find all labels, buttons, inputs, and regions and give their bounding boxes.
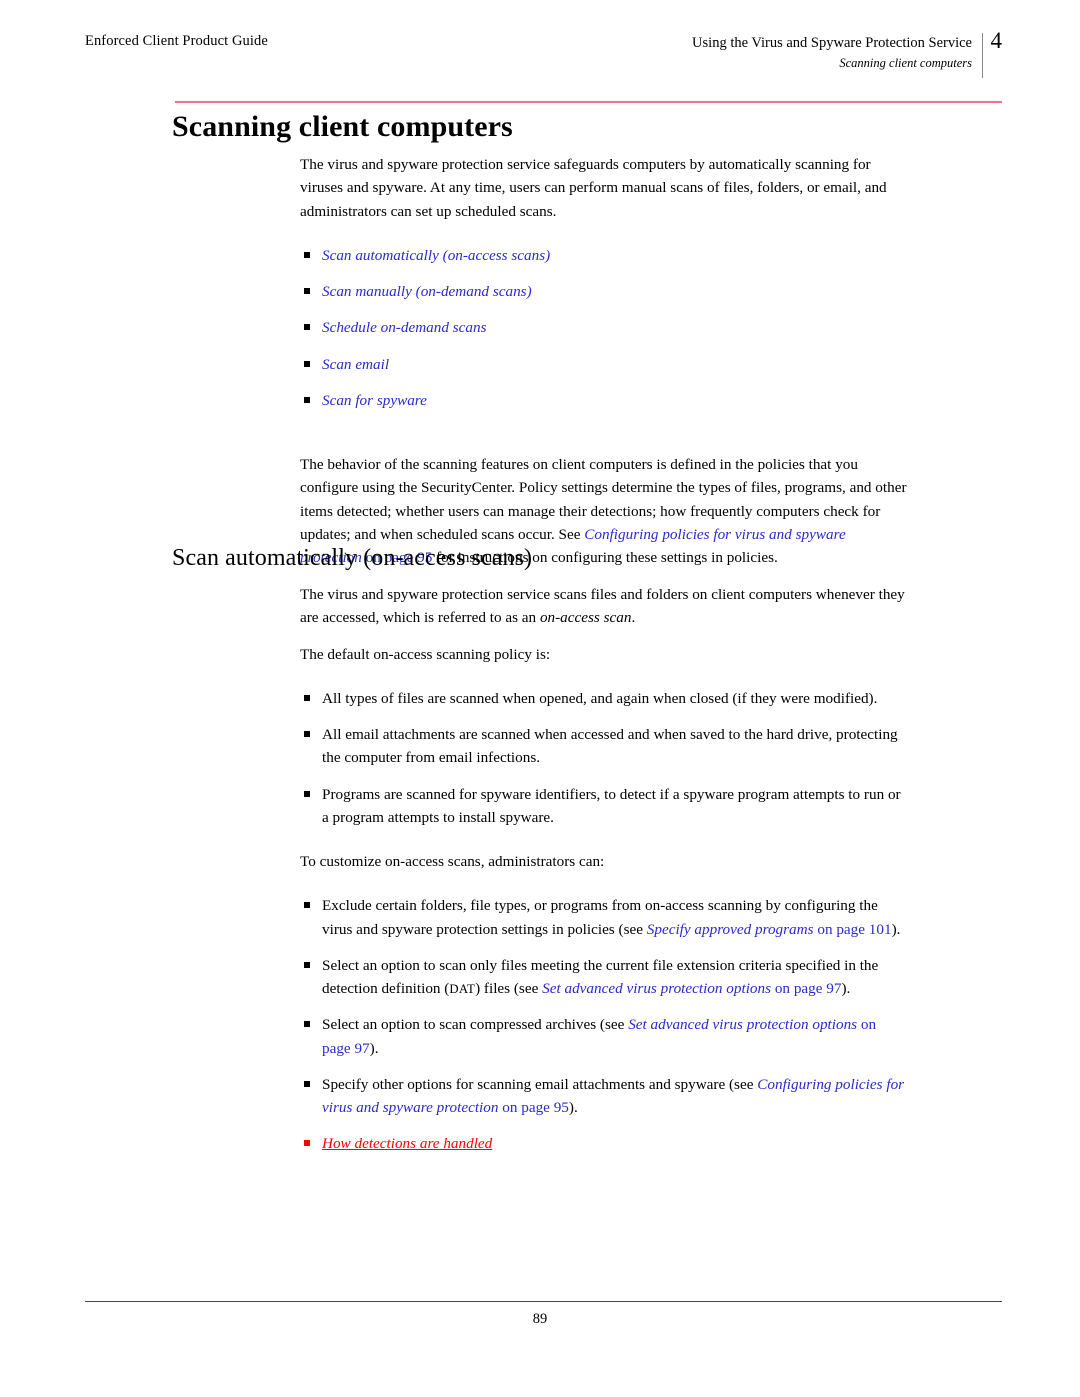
- square-bullet-icon: [304, 731, 310, 737]
- default-policy-item-3: Programs are scanned for spyware identif…: [322, 785, 901, 826]
- page-header: Enforced Client Product Guide Using the …: [85, 29, 1002, 79]
- content-block-section2: The virus and spyware protection service…: [300, 583, 908, 1156]
- list-item[interactable]: Scan email: [300, 353, 908, 376]
- list-item: All email attachments are scanned when a…: [300, 723, 908, 770]
- xref-link-set-advanced-virus-protection-options[interactable]: Set advanced virus protection options: [542, 980, 771, 997]
- topic-link-list: Scan automatically (on-access scans) Sca…: [300, 244, 908, 412]
- footer-rule: [85, 1301, 1002, 1302]
- square-bullet-icon: [304, 396, 310, 403]
- list-item[interactable]: How detections are handled: [300, 1132, 908, 1155]
- default-policy-item-1: All types of files are scanned when open…: [322, 689, 878, 707]
- customize-item-2-tail: ).: [841, 980, 851, 997]
- square-bullet-icon: [304, 1080, 310, 1087]
- header-chapter-title-group: Using the Virus and Spyware Protection S…: [692, 33, 972, 72]
- topic-link-scan-for-spyware[interactable]: Scan for spyware: [322, 392, 427, 409]
- list-item[interactable]: Scan manually (on-demand scans): [300, 280, 908, 303]
- list-item[interactable]: Scan automatically (on-access scans): [300, 244, 908, 267]
- document-page: Enforced Client Product Guide Using the …: [0, 0, 1080, 1397]
- section2-paragraph-1: The virus and spyware protection service…: [300, 583, 908, 630]
- square-bullet-icon: [304, 694, 310, 701]
- list-item[interactable]: Specify other options for scanning email…: [300, 1073, 908, 1120]
- title-rule: [175, 101, 1002, 103]
- list-item: Programs are scanned for spyware identif…: [300, 783, 908, 830]
- xref-page-ref[interactable]: on page 95: [498, 1099, 569, 1116]
- section-heading-scan-automatically: Scan automatically (on-access scans): [172, 545, 533, 571]
- customize-item-3-tail: ).: [369, 1039, 379, 1057]
- xref-page-ref[interactable]: on page 97: [771, 980, 842, 997]
- content-block-intro: The virus and spyware protection service…: [300, 153, 908, 569]
- square-bullet-icon: [304, 1021, 310, 1028]
- customize-item-4-tail: ).: [568, 1099, 578, 1116]
- dat-abbreviation: DAT: [449, 982, 476, 996]
- customize-item-2-lead2: ) files (see: [475, 980, 543, 997]
- square-bullet-icon: [304, 1140, 310, 1147]
- square-bullet-icon: [304, 251, 310, 258]
- section2-paragraph-2: The default on-access scanning policy is…: [300, 645, 551, 663]
- list-item[interactable]: Scan for spyware: [300, 389, 908, 412]
- list-item[interactable]: Schedule on-demand scans: [300, 316, 908, 339]
- topic-link-scan-email[interactable]: Scan email: [322, 356, 389, 373]
- page-title: Scanning client computers: [172, 110, 513, 143]
- customize-options-list: Exclude certain folders, file types, or …: [300, 894, 908, 1155]
- topic-link-scan-automatically[interactable]: Scan automatically (on-access scans): [322, 247, 550, 264]
- default-policy-list: All types of files are scanned when open…: [300, 687, 908, 829]
- xref-link-set-advanced-virus-protection-options[interactable]: Set advanced virus protection options: [628, 1016, 857, 1033]
- header-guide-title: Enforced Client Product Guide: [85, 33, 268, 49]
- xref-link-specify-approved-programs[interactable]: Specify approved programs: [647, 921, 814, 938]
- square-bullet-icon: [304, 360, 310, 367]
- square-bullet-icon: [304, 288, 310, 294]
- list-item[interactable]: Select an option to scan compressed arch…: [300, 1013, 908, 1060]
- page-number: 89: [532, 1311, 548, 1327]
- chapter-number: 4: [990, 28, 1003, 53]
- header-section-title: Using the Virus and Spyware Protection S…: [692, 35, 972, 51]
- list-item[interactable]: Select an option to scan only files meet…: [300, 954, 908, 1001]
- topic-link-schedule-on-demand-scans[interactable]: Schedule on-demand scans: [322, 319, 487, 336]
- list-item: All types of files are scanned when open…: [300, 687, 908, 710]
- square-bullet-icon: [304, 902, 310, 909]
- header-subsection-title: Scanning client computers: [839, 56, 972, 71]
- customize-item-3-lead: Select an option to scan compressed arch…: [322, 1016, 629, 1034]
- customize-item-4-lead: Specify other options for scanning email…: [322, 1075, 758, 1093]
- term-on-access-scan: on-access scan: [539, 609, 632, 627]
- section2-paragraph-1-tail: .: [631, 609, 636, 627]
- square-bullet-icon: [304, 324, 310, 331]
- default-policy-item-2: All email attachments are scanned when a…: [322, 726, 898, 767]
- square-bullet-icon: [304, 961, 310, 968]
- intro-paragraph: The virus and spyware protection service…: [300, 156, 887, 220]
- square-bullet-icon: [304, 790, 310, 797]
- customize-item-1-tail: ).: [891, 920, 901, 938]
- topic-link-how-detections-are-handled[interactable]: How detections are handled: [322, 1135, 492, 1152]
- header-divider-rule: [982, 33, 983, 78]
- list-item[interactable]: Exclude certain folders, file types, or …: [300, 894, 908, 941]
- topic-link-scan-manually[interactable]: Scan manually (on-demand scans): [322, 283, 532, 300]
- customize-intro-paragraph: To customize on-access scans, administra…: [300, 853, 605, 870]
- xref-page-ref[interactable]: on page 101: [814, 921, 891, 938]
